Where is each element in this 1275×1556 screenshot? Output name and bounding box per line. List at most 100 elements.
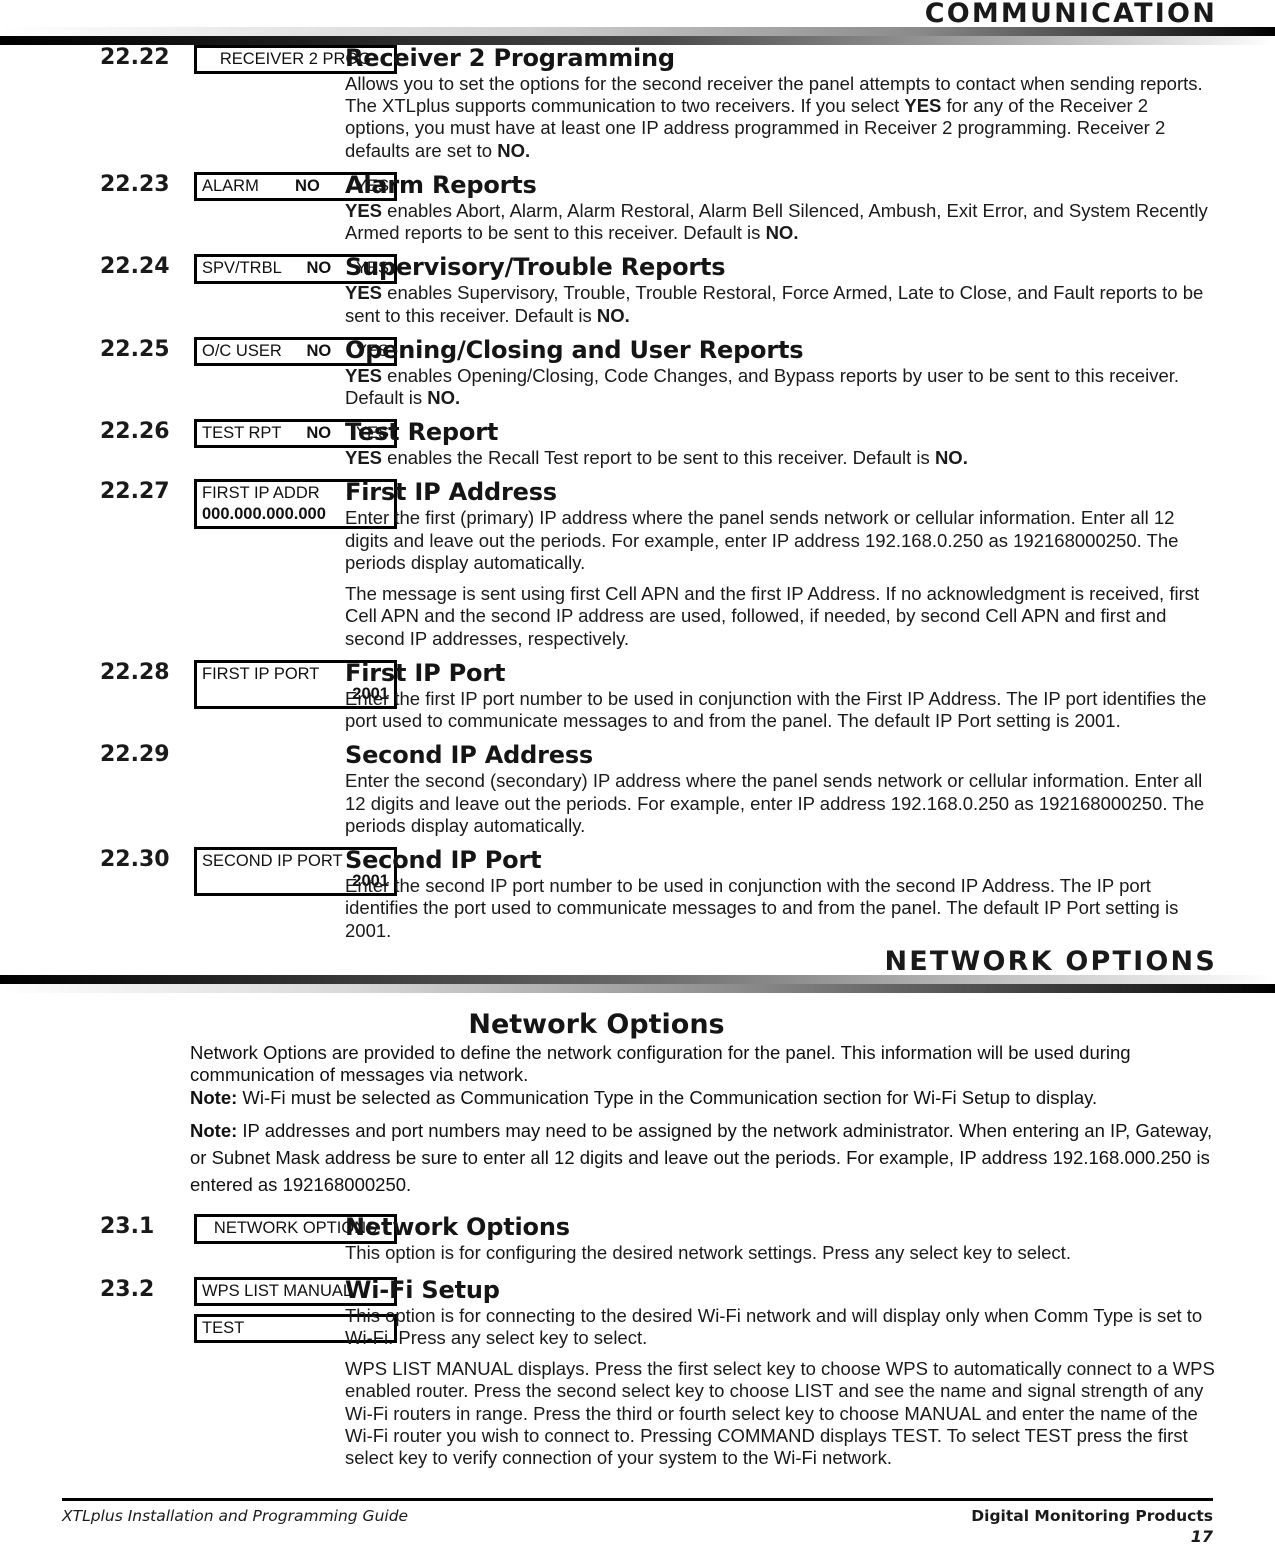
entry-display-column: NETWORK OPTIONS <box>108 1214 397 1244</box>
entry-text-column: First IP Port Enter the first IP port num… <box>323 660 1215 732</box>
network-options-banner: NETWORK OPTIONS <box>0 948 1275 993</box>
entry-paragraph: Enter the second IP port number to be us… <box>345 875 1179 941</box>
note-text: Wi-Fi must be selected as Communication … <box>242 1086 1098 1108</box>
manual-entry: 23.1 NETWORK OPTIONS Network Options This o… <box>0 1214 1215 1264</box>
display-label: SECOND IP PORT <box>202 852 343 871</box>
entry-paragraph: Enter the second (secondary) IP address … <box>345 770 1205 836</box>
manual-entry: 22.29 Second IP Address Enter the second (… <box>0 742 1215 837</box>
entry-display-column: SECOND IP PORT 2001 <box>108 847 397 897</box>
footer-divider <box>62 1498 1213 1501</box>
communication-banner-title: COMMUNICATION <box>924 0 1217 29</box>
banner-bar-bottom <box>0 983 1275 993</box>
manual-entry: 22.30 SECOND IP PORT 2001 Second IP Port Ent… <box>0 847 1215 942</box>
entry-display-column: O/C USER NO YES <box>108 336 397 366</box>
entry-paragraph: This option is for connecting to the des… <box>345 1304 1203 1348</box>
display-text: TEST <box>202 1318 245 1337</box>
entry-number: 23.2 <box>100 1276 155 1302</box>
entry-paragraph: YES enables Opening/Closing, Code Change… <box>345 364 1180 409</box>
entry-text-column: Test Report YES enables the Recall Test r… <box>323 419 1215 469</box>
entry-number: 22.28 <box>100 660 170 686</box>
manual-entry: 22.23 ALARM NO YES Alarm Reports YES enables … <box>0 172 1215 244</box>
entry-display-column: FIRST IP ADDR 000.000.000.000 <box>108 479 397 529</box>
entry-text-column: First IP Address Enter the first (primary… <box>323 479 1215 650</box>
manual-entry: 23.2 WPS LIST MANUAL TEST Wi-Fi Setup This o… <box>0 1275 1215 1470</box>
entry-text-column: Wi-Fi Setup This option is for connecting… <box>323 1275 1215 1470</box>
display-value[interactable]: 000.000.000.000 <box>202 504 326 524</box>
entry-number: 22.23 <box>100 172 170 197</box>
banner-bar-bottom <box>0 36 1275 45</box>
display-label: FIRST IP PORT <box>202 665 320 684</box>
entry-display-column: ALARM NO YES <box>108 172 397 202</box>
network-section-list: 23.1 NETWORK OPTIONS Network Options This o… <box>0 1214 1275 1469</box>
manual-entry: 22.28 FIRST IP PORT 2001 First IP Port Enter… <box>0 660 1215 732</box>
entry-number: 22.22 <box>100 45 170 70</box>
display-option-no[interactable]: NO <box>295 176 320 196</box>
manual-entry: 22.22 RECEIVER 2 PROG Receiver 2 Programmi… <box>0 45 1215 162</box>
entry-number: 22.29 <box>100 742 170 768</box>
network-options-title: Network Options <box>468 1008 725 1040</box>
footer-company-name: Digital Monitoring Products <box>971 1507 1213 1525</box>
entry-heading: Network Options <box>345 1213 570 1242</box>
entry-number: 23.1 <box>100 1214 155 1240</box>
entry-display-column: RECEIVER 2 PROG <box>108 45 397 75</box>
network-options-note-1: Note: Wi-Fi must be selected as Communic… <box>190 1087 1213 1109</box>
manual-entry: 22.27 FIRST IP ADDR 000.000.000.000 First I… <box>0 479 1215 650</box>
entry-text-column: Opening/Closing and User Reports YES enab… <box>323 335 1215 409</box>
entry-display-column: WPS LIST MANUAL TEST <box>108 1276 397 1343</box>
entry-number: 22.25 <box>100 336 170 362</box>
entry-number: 22.27 <box>100 479 170 505</box>
entry-paragraph: Allows you to set the options for the se… <box>345 72 1203 161</box>
entry-text-column: Second IP Address Enter the second (secon… <box>323 742 1215 837</box>
entry-heading: First IP Port <box>345 659 506 688</box>
footer-guide-title: XTLplus Installation and Programming Gui… <box>62 1507 409 1525</box>
entry-text-column: Receiver 2 Programming Allows you to set … <box>323 45 1215 162</box>
network-options-paragraph-1: Network Options are provided to define t… <box>190 1041 1131 1086</box>
communication-section-list: 22.22 RECEIVER 2 PROG Receiver 2 Programmi… <box>0 45 1275 942</box>
entry-text-column: Second IP Port Enter the second IP port n… <box>323 847 1215 942</box>
entry-heading: Second IP Address <box>345 741 593 770</box>
entry-heading: First IP Address <box>345 478 557 507</box>
entry-heading: Test Report <box>345 418 499 447</box>
network-options-intro: Network Options Network Options are prov… <box>0 1009 1275 1199</box>
entry-paragraph: The message is sent using first Cell APN… <box>345 583 1200 649</box>
entry-number: 22.24 <box>100 254 170 280</box>
entry-paragraph: YES enables Abort, Alarm, Alarm Restoral… <box>345 199 1208 244</box>
entry-heading: Opening/Closing and User Reports <box>345 335 804 364</box>
entry-number: 22.26 <box>100 419 170 445</box>
network-options-banner-bars <box>0 974 1275 993</box>
display-label: O/C USER <box>202 341 282 360</box>
footer-page-number: 17 <box>1190 1527 1213 1546</box>
entry-text-column: Alarm Reports YES enables Abort, Alarm, A… <box>323 172 1215 244</box>
entry-display-column: TEST RPT NO YES <box>108 419 397 449</box>
note-label: Note: <box>190 1086 238 1108</box>
communication-banner: COMMUNICATION <box>0 0 1275 45</box>
entry-paragraph: This option is for configuring the desir… <box>345 1242 1071 1264</box>
manual-entry: 22.24 SPV/TRBL NO YES Supervisory/Trouble Re… <box>0 254 1215 326</box>
entry-text-column: Network Options This option is for config… <box>323 1214 1215 1264</box>
communication-banner-bars <box>0 27 1275 45</box>
network-options-note-2: Note: IP addresses and port numbers may … <box>190 1118 1213 1198</box>
entry-paragraph: Enter the first IP port number to be use… <box>345 687 1207 732</box>
entry-paragraph: WPS LIST MANUAL displays. Press the firs… <box>345 1358 1215 1469</box>
display-label: FIRST IP ADDR <box>202 484 320 503</box>
entry-heading: Second IP Port <box>345 846 542 875</box>
entry-paragraph: YES enables Supervisory, Trouble, Troubl… <box>345 282 1204 326</box>
note-text: IP addresses and port numbers may need t… <box>190 1120 1213 1195</box>
entry-paragraph: YES enables the Recall Test report to be… <box>345 447 968 469</box>
entry-display-column: SPV/TRBL NO YES <box>108 254 397 284</box>
entry-heading: Wi-Fi Setup <box>345 1275 500 1304</box>
page-footer: XTLplus Installation and Programming Gui… <box>0 1498 1275 1556</box>
entry-heading: Alarm Reports <box>345 171 537 199</box>
display-label: ALARM <box>202 177 259 195</box>
display-label: TEST RPT <box>202 424 282 443</box>
manual-entry: 22.25 O/C USER NO YES Opening/Closing and Us… <box>0 335 1215 409</box>
entry-display-column: FIRST IP PORT 2001 <box>108 660 397 710</box>
manual-entry: 22.26 TEST RPT NO YES Test Report YES enables… <box>0 419 1215 469</box>
entry-text-column: Supervisory/Trouble Reports YES enables S… <box>323 254 1215 326</box>
network-options-banner-title: NETWORK OPTIONS <box>884 945 1217 977</box>
entry-number: 22.30 <box>100 847 170 873</box>
entry-heading: Supervisory/Trouble Reports <box>345 253 726 282</box>
entry-heading: Receiver 2 Programming <box>345 44 675 72</box>
display-label: SPV/TRBL <box>202 259 282 278</box>
note-label: Note: <box>190 1120 238 1142</box>
